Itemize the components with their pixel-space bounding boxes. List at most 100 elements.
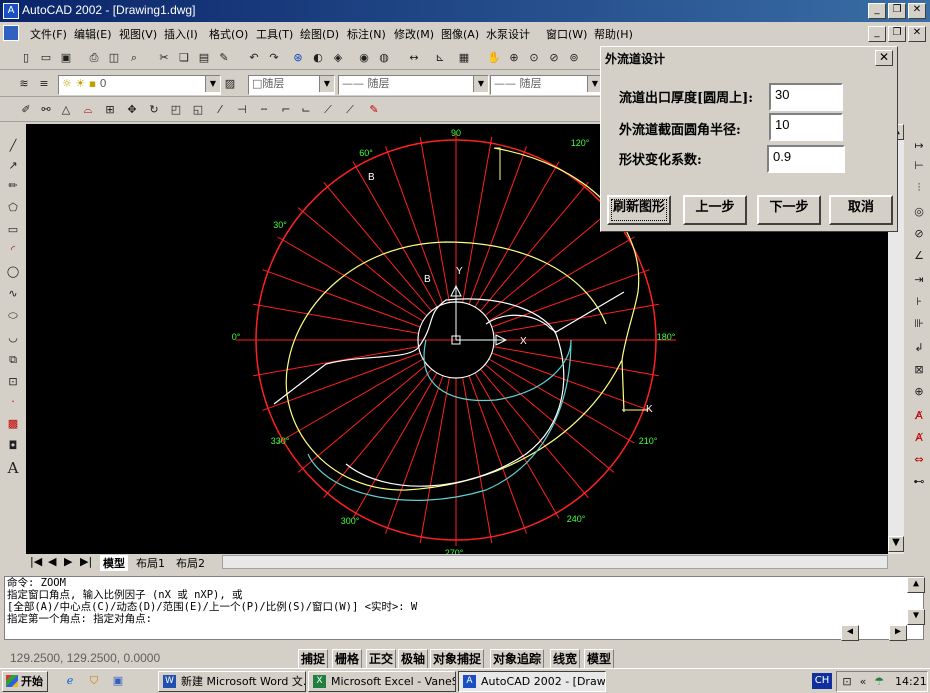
center-mark-icon[interactable]: ⊕: [911, 384, 927, 400]
tab-model[interactable]: 模型: [100, 555, 128, 571]
node-icon[interactable]: ⚯: [38, 102, 54, 118]
pan-icon[interactable]: ✋: [486, 50, 502, 66]
hat-icon[interactable]: ⌓: [80, 102, 96, 118]
menu-edit[interactable]: 编辑(E): [74, 26, 112, 42]
autocad-app-icon[interactable]: A: [3, 3, 19, 19]
break-icon[interactable]: ╌: [256, 102, 272, 118]
grid-toggle[interactable]: 栅格: [332, 649, 363, 669]
menu-insert[interactable]: 插入(I): [164, 26, 198, 42]
zoom-realtime-icon[interactable]: ⊕: [506, 50, 522, 66]
ray-icon[interactable]: ↗: [5, 158, 21, 174]
ordinate-dim-icon[interactable]: ⫶: [911, 180, 927, 196]
ie-icon[interactable]: ℯ: [62, 673, 78, 689]
menu-view[interactable]: 视图(V): [119, 26, 157, 42]
radius-dim-icon[interactable]: ◎: [911, 204, 927, 220]
polyline-icon[interactable]: ✏: [5, 178, 21, 194]
task-autocad[interactable]: A AutoCAD 2002 - [Drawi...: [458, 671, 606, 692]
zoom-previous-icon[interactable]: ⊘: [546, 50, 562, 66]
minimize-button[interactable]: _: [868, 3, 886, 19]
outlet-thickness-input[interactable]: 30: [769, 83, 843, 111]
lineweight-toggle[interactable]: 线宽: [550, 649, 581, 669]
print-icon[interactable]: ⎙: [86, 50, 102, 66]
cmd-scroll-up-icon[interactable]: ▲: [907, 577, 925, 593]
cut-icon[interactable]: ✂: [156, 50, 172, 66]
make-current-icon[interactable]: ▨: [222, 76, 238, 92]
text-icon[interactable]: A: [5, 460, 21, 476]
input-method-icon[interactable]: ⊡: [839, 674, 855, 690]
linear-dim-icon[interactable]: ↦: [911, 138, 927, 154]
doc-close-button[interactable]: ✕: [908, 26, 926, 42]
ellipse-arc-icon[interactable]: ◡: [5, 330, 21, 346]
language-indicator[interactable]: CH: [812, 673, 832, 689]
baseline-dim-icon[interactable]: ⇥: [911, 272, 927, 288]
circle-icon[interactable]: ◯: [5, 264, 21, 280]
find-icon[interactable]: ⌕: [126, 50, 142, 66]
zoom-window-icon[interactable]: ⊙: [526, 50, 542, 66]
scroll-down-icon[interactable]: ▼: [888, 536, 904, 552]
ellipse-icon[interactable]: ⬭: [5, 308, 21, 324]
paste-icon[interactable]: ▤: [196, 50, 212, 66]
offset-icon[interactable]: ⟋: [342, 102, 358, 118]
dim-update-icon[interactable]: ⇔: [911, 452, 927, 468]
menu-pump-design[interactable]: 水泵设计: [486, 26, 530, 42]
command-window[interactable]: 命令: ZOOM 指定窗口角点, 输入比例因子 (nX 或 nXP), 或 [全…: [4, 576, 925, 641]
new-icon[interactable]: ▯: [18, 50, 34, 66]
layer-manager-icon[interactable]: ≋: [16, 76, 32, 92]
open-icon[interactable]: ▭: [38, 50, 54, 66]
doc-minimize-button[interactable]: _: [868, 26, 886, 42]
spline-icon[interactable]: ∿: [5, 286, 21, 302]
table-icon[interactable]: ▦: [456, 50, 472, 66]
region-icon[interactable]: ◘: [5, 438, 21, 454]
tab-nav-prev[interactable]: ◀: [48, 555, 56, 568]
snap-toggle[interactable]: 捕捉: [298, 649, 329, 669]
tab-nav-first[interactable]: |◀: [30, 555, 42, 568]
document-icon[interactable]: [3, 25, 19, 41]
web-icon[interactable]: ◐: [310, 50, 326, 66]
umbrella-icon[interactable]: ☂: [871, 674, 887, 690]
cmd-scroll-left-icon[interactable]: ◀: [841, 625, 859, 641]
dialog-close-button[interactable]: ✕: [875, 50, 893, 66]
shield-icon[interactable]: ⛉: [86, 673, 102, 689]
eraser-icon[interactable]: ✎: [366, 102, 382, 118]
otrack-toggle[interactable]: 对象追踪: [490, 649, 545, 669]
angular-dim-icon[interactable]: ∠: [911, 248, 927, 264]
hyperlink-icon[interactable]: ⊛: [290, 50, 306, 66]
refresh-drawing-button[interactable]: 刷新图形: [607, 195, 671, 225]
menu-help[interactable]: 帮助(H): [594, 26, 633, 42]
aligned-dim-icon[interactable]: ⊢: [911, 158, 927, 174]
next-step-button[interactable]: 下一步: [757, 195, 821, 225]
close-button[interactable]: ✕: [908, 3, 926, 19]
cancel-button[interactable]: 取消: [829, 195, 893, 225]
dim-style-icon[interactable]: ⊷: [911, 474, 927, 490]
insert-block-icon[interactable]: ⧉: [5, 352, 21, 368]
dim-edit-icon[interactable]: A̸: [911, 408, 927, 424]
fillet-icon[interactable]: ⌙: [298, 102, 314, 118]
tab-layout2[interactable]: 布局2: [176, 555, 205, 571]
restore-button[interactable]: ❐: [888, 3, 906, 19]
polygon-icon[interactable]: ⬠: [5, 200, 21, 216]
design-center-icon[interactable]: ◍: [376, 50, 392, 66]
point-icon[interactable]: ·: [5, 394, 21, 410]
linetype-select[interactable]: —— 随层 ▼: [338, 75, 489, 95]
chamfer-icon[interactable]: ⌐: [278, 102, 294, 118]
rectangle-icon[interactable]: ▭: [5, 222, 21, 238]
trim-icon[interactable]: ⁄: [212, 102, 228, 118]
color-select[interactable]: □随层 ▼: [248, 75, 335, 95]
preview-icon[interactable]: ◫: [106, 50, 122, 66]
menu-tools[interactable]: 工具(T): [256, 26, 293, 42]
properties-icon[interactable]: ◉: [356, 50, 372, 66]
osnap-toggle[interactable]: 对象捕捉: [430, 649, 485, 669]
menu-format[interactable]: 格式(O): [209, 26, 248, 42]
desktop-icon[interactable]: ▣: [110, 673, 126, 689]
shape-factor-input[interactable]: 0.9: [767, 145, 845, 173]
tolerance-icon[interactable]: ⊠: [911, 362, 927, 378]
qdim-icon[interactable]: ⊪: [911, 316, 927, 332]
start-button[interactable]: 开始: [2, 671, 48, 692]
arc-icon[interactable]: ◜: [5, 242, 21, 258]
rotate-icon[interactable]: ↻: [146, 102, 162, 118]
doc-restore-button[interactable]: ❐: [888, 26, 906, 42]
task-excel[interactable]: X Microsoft Excel - VaneS...: [308, 671, 456, 692]
model-toggle[interactable]: 模型: [584, 649, 615, 669]
polar-toggle[interactable]: 极轴: [398, 649, 429, 669]
zoom-all-icon[interactable]: ⊚: [566, 50, 582, 66]
